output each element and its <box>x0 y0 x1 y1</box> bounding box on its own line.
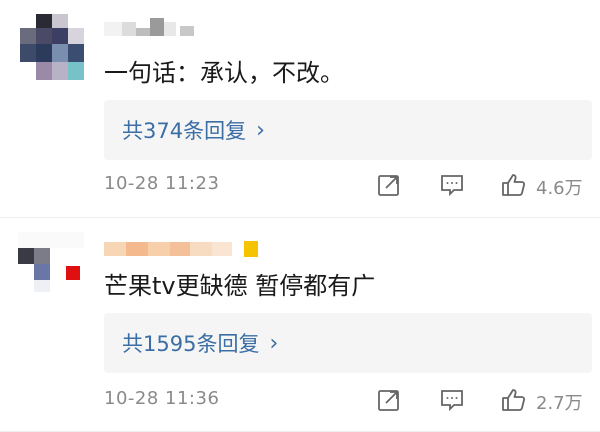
view-replies-link[interactable]: 共1595条回复 › <box>122 328 278 358</box>
comment-meta: 10-28 11:23 4.6万 <box>104 171 592 199</box>
chevron-right-icon: › <box>269 330 279 356</box>
comment-text: 一句话：承认，不改。 <box>104 59 344 87</box>
avatar[interactable] <box>18 14 84 80</box>
share-icon[interactable] <box>375 171 403 199</box>
reply-box[interactable]: 共1595条回复 › <box>104 313 592 373</box>
share-icon[interactable] <box>375 386 403 414</box>
comment-item: 一句话：承认，不改。 共374条回复 › 10-28 11:23 4.6万 <box>0 0 600 218</box>
like-count: 2.7万 <box>536 393 583 414</box>
timestamp: 10-28 11:36 <box>104 388 220 409</box>
comment-text: 芒果tv更缺德 暂停都有广 <box>104 272 376 300</box>
reply-box[interactable]: 共374条回复 › <box>104 100 592 160</box>
like-count: 4.6万 <box>536 178 583 199</box>
chevron-right-icon: › <box>256 117 265 143</box>
comment-item: 芒果tv更缺德 暂停都有广 共1595条回复 › 10-28 11:36 2.7… <box>0 218 600 432</box>
timestamp: 10-28 11:23 <box>104 173 220 194</box>
comment-meta: 10-28 11:36 2.7万 <box>104 386 592 414</box>
thumbs-up-icon[interactable] <box>500 171 528 199</box>
comment-icon[interactable] <box>438 171 466 199</box>
reply-count-label: 共374条回复 <box>122 119 247 143</box>
thumbs-up-icon[interactable] <box>500 386 528 414</box>
reply-count-label: 共1595条回复 <box>122 332 260 356</box>
comment-icon[interactable] <box>438 386 466 414</box>
avatar[interactable] <box>18 232 84 298</box>
username-pixelated[interactable] <box>104 241 264 257</box>
username-pixelated[interactable] <box>104 18 200 36</box>
view-replies-link[interactable]: 共374条回复 › <box>122 115 265 145</box>
